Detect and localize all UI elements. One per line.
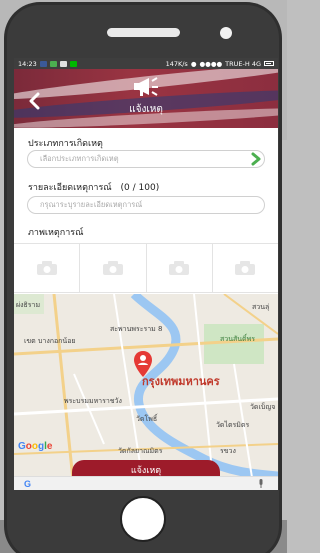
facebook-notification-icon [39,60,47,67]
camera-icon [235,261,256,275]
photo-slot-3[interactable] [146,244,213,292]
app-header: แจ้งเหตุ [14,69,278,128]
google-letter: G [18,441,26,452]
battery-icon [264,61,274,66]
camera-icon [102,261,123,275]
notification-icon [59,60,67,67]
google-search-icon[interactable]: G [24,479,31,489]
google-attribution: Google [18,441,52,452]
map-label: ผ่งธิราม [16,301,41,309]
map-label: พระบรมมหาราชวัง [64,397,122,405]
incident-type-label: ประเภทการเกิดเหตุ [28,139,103,149]
location-pin-icon[interactable] [133,350,153,378]
network-speed: 147K/s [165,59,188,68]
photos-label: ภาพเหตุการณ์ [28,228,84,238]
photo-slot-2[interactable] [80,244,147,292]
incident-type-select[interactable]: เลือกประเภทการเกิดเหตุ [27,150,265,168]
chevron-right-icon[interactable] [250,152,262,166]
status-time: 14:23 [18,59,37,68]
map-label: เขต บางกอกน้อย [24,337,76,345]
line-notification-icon [69,60,77,67]
details-label: รายละเอียดเหตุการณ์ (0 / 100) [28,180,159,194]
app-screen: 14:23 147K/s ● ●●●● TRUE-H 4G แจ้งเหตุ ป… [14,58,278,490]
wifi-icon: ● [190,59,197,68]
phone-speaker [107,28,180,37]
map-label: สวนลุ่ [252,303,270,311]
map-label: วัดเบ็ญจ [250,403,276,411]
microphone-icon[interactable] [258,479,264,488]
photo-upload-row [14,243,278,293]
status-bar: 14:23 147K/s ● ●●●● TRUE-H 4G [14,58,278,69]
map-label: กรุงเทพมหานคร [142,375,220,388]
message-notification-icon [49,60,57,67]
camera-icon [169,261,190,275]
details-input[interactable]: กรุณาระบุรายละเอียดเหตุการณ์ [27,196,265,214]
home-button[interactable] [120,496,166,542]
google-letter: e [46,441,53,452]
phone-camera [220,27,232,39]
browser-bottom-bar: G [14,476,278,490]
signal-icon: ●●●● [199,59,223,68]
camera-icon [36,261,57,275]
carrier-name: TRUE-H 4G [225,59,261,68]
map-label: สะพานพระราม 8 [110,325,163,333]
photo-slot-4[interactable] [212,244,278,292]
details-label-text: รายละเอียดเหตุการณ์ [28,183,112,193]
megaphone-icon [134,77,158,96]
map-label: รขวง [220,447,236,455]
map-label: วัดโพธิ์ [136,415,158,423]
map-label: วัดไตรมิตร [216,421,250,429]
map-label: วัดกัลยาณมิตร [118,447,163,455]
photo-slot-1[interactable] [14,244,81,292]
page-title: แจ้งเหตุ [129,104,163,115]
details-counter: (0 / 100) [120,183,160,193]
map-label: สวนสันติ์พร [220,335,255,343]
